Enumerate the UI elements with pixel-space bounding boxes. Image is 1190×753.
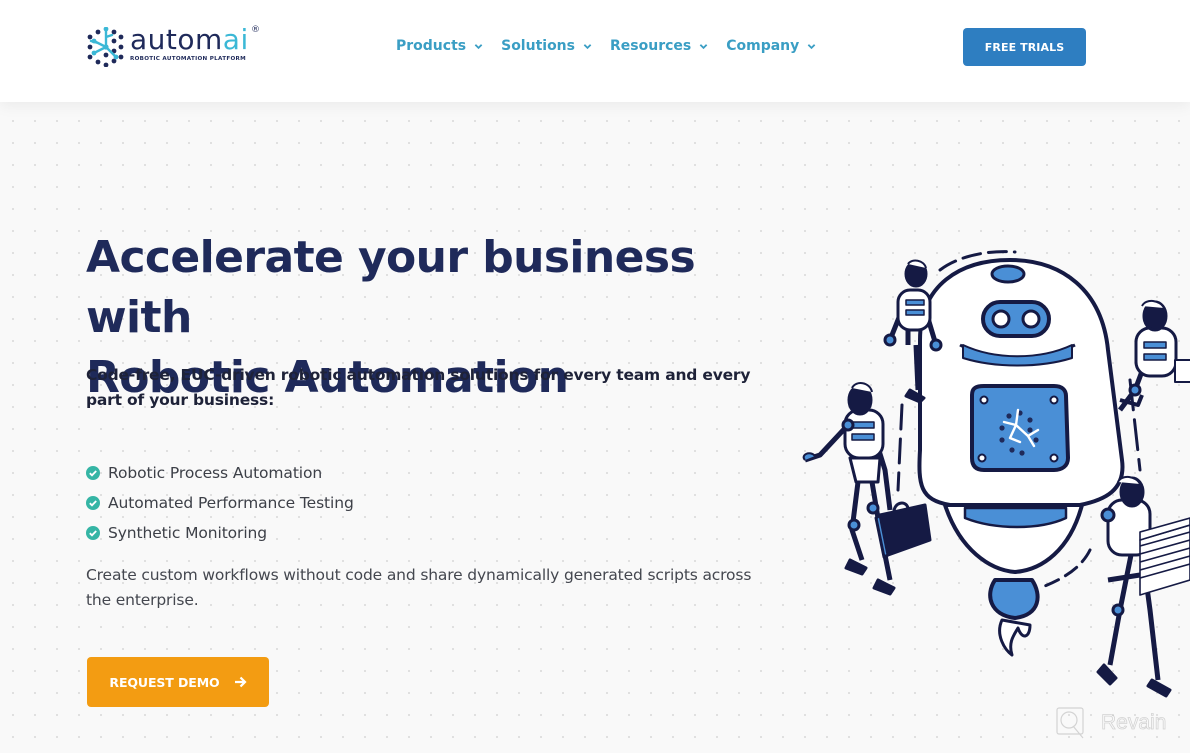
feature-list: Robotic Process Automation Automated Per… (86, 458, 354, 548)
nav-resources[interactable]: Resources (610, 38, 708, 54)
robot-with-briefcase (802, 382, 932, 596)
nav-products-label: Products (396, 38, 467, 54)
check-circle-icon (86, 526, 100, 540)
check-circle-icon (86, 496, 100, 510)
feature-label: Robotic Process Automation (108, 464, 323, 482)
logo-tagline: ROBOTIC AUTOMATION PLATFORM (130, 56, 246, 62)
arrow-right-icon (234, 676, 247, 688)
free-trials-button[interactable]: FREE TRIALS (963, 28, 1086, 66)
nav-solutions[interactable]: Solutions (501, 38, 592, 54)
robots-illustration (802, 250, 1190, 698)
chevron-down-icon (807, 43, 816, 49)
nav-products[interactable]: Products (396, 38, 483, 54)
nav-solutions-label: Solutions (501, 38, 575, 54)
nav-company[interactable]: Company (726, 38, 816, 54)
main-robot (917, 258, 1144, 657)
main-nav: Products Solutions Resources Company (396, 38, 834, 54)
chevron-down-icon (699, 43, 708, 49)
logo[interactable]: automai ® ROBOTIC AUTOMATION PLATFORM (86, 23, 266, 69)
feature-item: Robotic Process Automation (86, 458, 354, 488)
chevron-down-icon (474, 43, 483, 49)
revain-text: Revain (1101, 711, 1167, 735)
nav-resources-label: Resources (610, 38, 692, 54)
check-circle-icon (86, 466, 100, 480)
revain-watermark: Revain (1055, 706, 1167, 740)
request-demo-label: REQUEST DEMO (109, 674, 220, 690)
feature-label: Synthetic Monitoring (108, 524, 267, 542)
hero-subtitle: Code-free, EUC-driven robotic automation… (86, 366, 751, 409)
hero-title-line1: Accelerate your business with (86, 232, 696, 343)
registered-mark: ® (251, 25, 260, 35)
chevron-down-icon (583, 43, 592, 49)
request-demo-button[interactable]: REQUEST DEMO (87, 657, 269, 707)
feature-item: Synthetic Monitoring (86, 518, 354, 548)
robot-right-top (1118, 300, 1190, 412)
feature-item: Automated Performance Testing (86, 488, 354, 518)
feature-label: Automated Performance Testing (108, 494, 354, 512)
robot-with-papers (1096, 476, 1190, 698)
network-dots-icon (87, 27, 124, 67)
hero-description: Create custom workflows without code and… (86, 566, 752, 609)
site-header: automai ® ROBOTIC AUTOMATION PLATFORM Pr… (0, 0, 1190, 102)
nav-company-label: Company (726, 38, 800, 54)
revain-logo-icon (1056, 707, 1084, 739)
logo-wordmark: automai (130, 23, 249, 56)
